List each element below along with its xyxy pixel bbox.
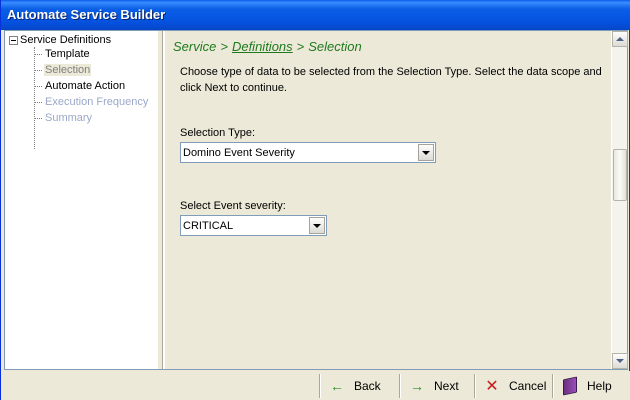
scroll-thumb[interactable] xyxy=(613,149,627,201)
cancel-button[interactable]: ✕ Cancel xyxy=(474,374,554,398)
next-button-label: Next xyxy=(434,379,459,393)
button-bar: ← Back → Next ✕ Cancel Help xyxy=(1,371,630,400)
chevron-down-icon xyxy=(422,150,430,155)
pane-splitter[interactable] xyxy=(157,31,163,369)
breadcrumb-separator: > xyxy=(220,39,228,54)
tree-item-summary: Summary xyxy=(34,111,93,125)
app-window: Automate Service Builder Service Definit… xyxy=(0,0,630,400)
tree-item-label: Template xyxy=(45,48,90,60)
next-arrow-icon: → xyxy=(410,378,424,394)
navigation-tree: Service Definitions Template Selection A… xyxy=(5,31,157,369)
breadcrumb-separator: > xyxy=(296,39,305,54)
tree-item-label: Selection xyxy=(44,64,92,76)
selection-type-label: Selection Type: xyxy=(180,127,256,139)
arrow-up-icon xyxy=(616,37,624,41)
help-book-icon xyxy=(561,376,579,396)
tree-item-label: Automate Action xyxy=(45,80,126,92)
selection-pane: Service > Definitions > Selection Choose typ… xyxy=(165,31,611,369)
selection-type-select[interactable]: Domino Event Severity xyxy=(180,142,436,163)
event-severity-value: CRITICAL xyxy=(183,219,234,232)
dropdown-button[interactable] xyxy=(309,217,325,234)
instructions-text: Choose type of data to be selected from … xyxy=(180,66,602,94)
breadcrumb-service: Service xyxy=(173,39,217,54)
breadcrumb-definitions-link[interactable]: Definitions xyxy=(232,39,293,54)
dropdown-button[interactable] xyxy=(418,144,434,161)
tree-root[interactable]: Service Definitions xyxy=(9,33,111,47)
tree-item-automate-action[interactable]: Automate Action xyxy=(34,79,126,93)
cancel-button-label: Cancel xyxy=(509,379,547,393)
event-severity-label: Select Event severity: xyxy=(180,200,286,212)
event-severity-select[interactable]: CRITICAL xyxy=(180,215,327,236)
scroll-up-button[interactable] xyxy=(612,31,628,47)
breadcrumb-selection: Selection xyxy=(308,39,362,54)
help-button-label: Help xyxy=(587,379,612,393)
collapse-icon[interactable] xyxy=(9,35,18,45)
arrow-down-icon xyxy=(616,359,624,363)
tree-item-label: Execution Frequency xyxy=(45,96,149,108)
tree-root-label: Service Definitions xyxy=(20,34,112,46)
breadcrumb: Service > Definitions > Selection xyxy=(173,39,362,54)
content-area: Service Definitions Template Selection A… xyxy=(4,30,628,370)
tree-item-label: Summary xyxy=(45,112,93,124)
title-bar: Automate Service Builder xyxy=(1,0,630,30)
vertical-scrollbar[interactable] xyxy=(611,31,628,369)
tree-item-selection[interactable]: Selection xyxy=(34,63,92,77)
back-arrow-icon: ← xyxy=(330,378,344,394)
tree-item-execution-frequency: Execution Frequency xyxy=(34,95,149,109)
scroll-down-button[interactable] xyxy=(612,353,628,369)
close-icon: ✕ xyxy=(485,378,499,395)
help-button[interactable]: Help xyxy=(552,374,628,398)
next-button[interactable]: → Next xyxy=(399,374,471,398)
window-title: Automate Service Builder xyxy=(7,7,166,22)
tree-item-template[interactable]: Template xyxy=(34,47,91,61)
back-button[interactable]: ← Back xyxy=(319,374,395,398)
selection-type-value: Domino Event Severity xyxy=(183,146,295,159)
back-button-label: Back xyxy=(354,379,381,393)
chevron-down-icon xyxy=(313,223,321,228)
